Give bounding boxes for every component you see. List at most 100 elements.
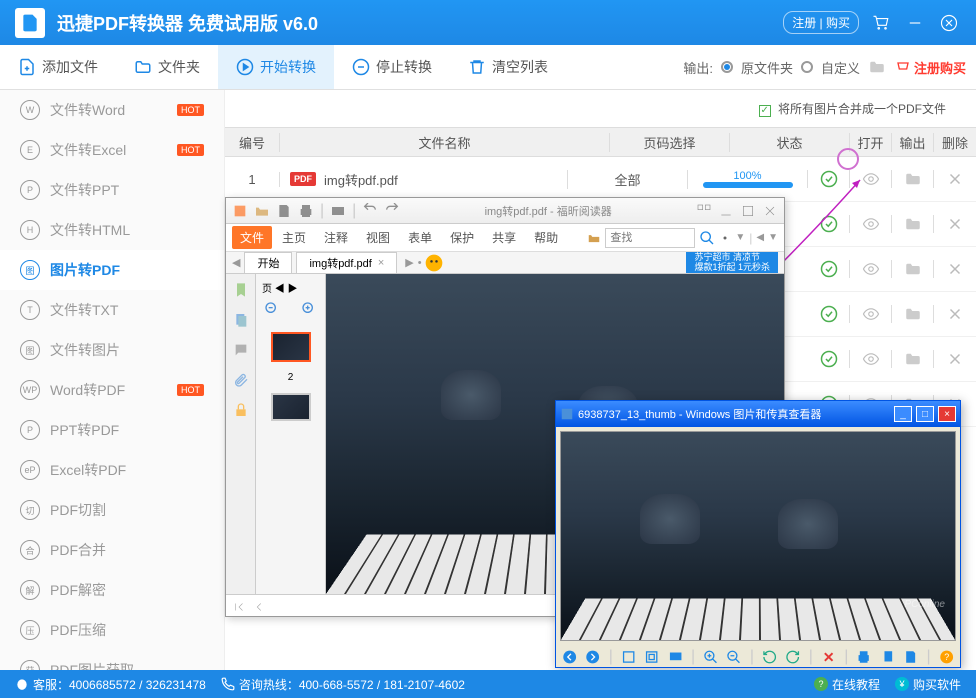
attachment-icon[interactable]: [233, 372, 249, 388]
cell-out[interactable]: [892, 305, 934, 323]
pdf-search-input[interactable]: [605, 228, 695, 248]
cell-open[interactable]: [850, 215, 892, 233]
cell-del[interactable]: [934, 260, 976, 278]
cell-del[interactable]: [934, 350, 976, 368]
iv-next-icon[interactable]: [585, 649, 600, 665]
cell-open[interactable]: [850, 350, 892, 368]
output-src-radio[interactable]: [721, 61, 733, 73]
sidebar-item-7[interactable]: WPWord转PDFHOT: [0, 370, 224, 410]
iv-delete-icon[interactable]: [821, 649, 836, 665]
tab-scroll-right[interactable]: ▶: [405, 256, 413, 269]
next-result-icon[interactable]: ▼: [768, 232, 778, 243]
add-folder-button[interactable]: 文件夹: [116, 45, 218, 89]
pdf-menu-保护[interactable]: 保护: [442, 226, 482, 249]
tab-scroll-left[interactable]: ◀: [232, 256, 240, 269]
print-icon[interactable]: [298, 203, 314, 219]
sidebar-item-12[interactable]: 解PDF解密: [0, 570, 224, 610]
sidebar-item-13[interactable]: 压PDF压缩: [0, 610, 224, 650]
sidebar-item-4[interactable]: 图图片转PDF: [0, 250, 224, 290]
qq-contact[interactable]: 客服：4006685572 / 326231478: [15, 676, 206, 693]
pdf-menu-主页[interactable]: 主页: [274, 226, 314, 249]
iv-save-icon[interactable]: [903, 649, 918, 665]
undo-icon[interactable]: [362, 203, 378, 219]
pdf-tab-start[interactable]: 开始: [244, 252, 292, 274]
iv-rotate-cw-icon[interactable]: [785, 649, 800, 665]
open-icon[interactable]: [254, 203, 270, 219]
cell-out[interactable]: [892, 215, 934, 233]
iv-help-icon[interactable]: ?: [939, 649, 954, 665]
xp-maximize-button[interactable]: □: [916, 406, 934, 422]
tutorial-link[interactable]: ?在线教程: [814, 676, 880, 693]
sidebar-item-1[interactable]: E文件转ExcelHOT: [0, 130, 224, 170]
redo-icon[interactable]: [384, 203, 400, 219]
thumb-zoom-in-icon[interactable]: [301, 301, 317, 317]
iv-actual-icon[interactable]: [644, 649, 659, 665]
pdf-maximize-icon[interactable]: [740, 203, 756, 219]
stop-convert-button[interactable]: 停止转换: [334, 45, 450, 89]
save-icon[interactable]: [276, 203, 292, 219]
pdf-view-mode-icon[interactable]: [696, 203, 712, 219]
pages-icon[interactable]: [233, 312, 249, 328]
sidebar-item-10[interactable]: 切PDF切割: [0, 490, 224, 530]
email-icon[interactable]: [330, 203, 346, 219]
buy-button[interactable]: 注册购买: [894, 58, 966, 77]
sidebar-item-5[interactable]: T文件转TXT: [0, 290, 224, 330]
browse-folder-icon[interactable]: [868, 58, 886, 76]
nav-prev-icon[interactable]: [252, 600, 266, 614]
pdf-menu-表单[interactable]: 表单: [400, 226, 440, 249]
iv-copy-icon[interactable]: [880, 649, 895, 665]
bookmark-icon[interactable]: [233, 282, 249, 298]
pdf-menu-文件[interactable]: 文件: [232, 226, 272, 249]
pdf-close-icon[interactable]: [762, 203, 778, 219]
sidebar-item-3[interactable]: H文件转HTML: [0, 210, 224, 250]
cell-del[interactable]: [934, 305, 976, 323]
sidebar-item-11[interactable]: 合PDF合并: [0, 530, 224, 570]
cell-del[interactable]: [934, 215, 976, 233]
merge-checkbox[interactable]: ✓: [759, 105, 771, 117]
iv-fit-icon[interactable]: [621, 649, 636, 665]
pdf-minimize-icon[interactable]: [718, 203, 734, 219]
pdf-menu-视图[interactable]: 视图: [358, 226, 398, 249]
sidebar-item-9[interactable]: ePExcel转PDF: [0, 450, 224, 490]
lock-icon[interactable]: [233, 402, 249, 418]
thumbnail-2[interactable]: [271, 393, 311, 421]
iv-print-icon[interactable]: [856, 649, 871, 665]
cell-page[interactable]: 全部: [568, 170, 688, 189]
pdf-menu-帮助[interactable]: 帮助: [526, 226, 566, 249]
search-icon[interactable]: [699, 230, 715, 246]
search-options-icon[interactable]: [719, 232, 731, 244]
sidebar-item-2[interactable]: P文件转PPT: [0, 170, 224, 210]
cell-out[interactable]: [892, 260, 934, 278]
thumbnail-1[interactable]: [271, 332, 311, 362]
iv-slideshow-icon[interactable]: [668, 649, 683, 665]
iv-zoomin-icon[interactable]: [703, 649, 718, 665]
nav-first-icon[interactable]: [232, 600, 246, 614]
cell-out[interactable]: [892, 170, 934, 188]
output-custom-radio[interactable]: [801, 61, 813, 73]
sidebar-item-0[interactable]: W文件转WordHOT: [0, 90, 224, 130]
sidebar-item-8[interactable]: PPPT转PDF: [0, 410, 224, 450]
cell-open[interactable]: [850, 260, 892, 278]
minimize-button[interactable]: [903, 11, 927, 35]
hotline-contact[interactable]: 咨询热线：400-668-5572 / 181-2107-4602: [221, 676, 465, 693]
cell-out[interactable]: [892, 350, 934, 368]
cart-icon[interactable]: [869, 11, 893, 35]
pdf-ad-banner[interactable]: 苏宁超市 清凉节 爆款1折起 1元秒杀: [686, 252, 778, 273]
xp-close-button[interactable]: ×: [938, 406, 956, 422]
thumb-zoom-out-icon[interactable]: [264, 301, 280, 317]
buy-link[interactable]: ¥购买软件: [895, 676, 961, 693]
cell-open[interactable]: [850, 305, 892, 323]
pdf-menu-共享[interactable]: 共享: [484, 226, 524, 249]
start-convert-button[interactable]: 开始转换: [218, 45, 334, 89]
sidebar-item-6[interactable]: 图文件转图片: [0, 330, 224, 370]
search-dropdown-icon[interactable]: [587, 231, 601, 245]
close-button[interactable]: [937, 11, 961, 35]
xp-minimize-button[interactable]: _: [894, 406, 912, 422]
prev-result-icon[interactable]: ◀: [756, 232, 764, 243]
iv-zoomout-icon[interactable]: [726, 649, 741, 665]
pdf-tab-doc[interactable]: img转pdf.pdf×: [296, 252, 397, 274]
iv-prev-icon[interactable]: [562, 649, 577, 665]
cell-open[interactable]: [850, 170, 892, 188]
iv-rotate-ccw-icon[interactable]: [762, 649, 777, 665]
add-file-button[interactable]: 添加文件: [0, 45, 116, 89]
